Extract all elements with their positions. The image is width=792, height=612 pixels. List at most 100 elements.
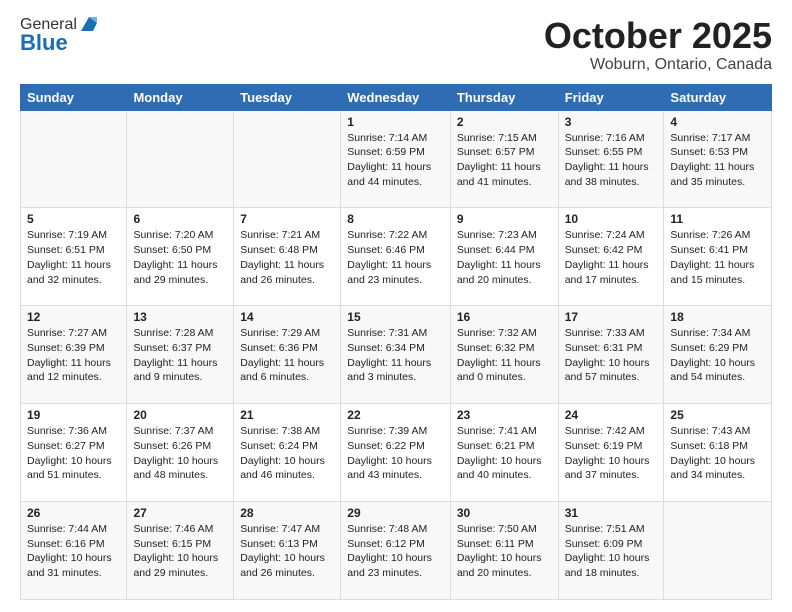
table-row: 3 Sunrise: 7:16 AMSunset: 6:55 PMDaylight… xyxy=(558,110,664,208)
day-number: 1 xyxy=(347,115,444,129)
day-number: 9 xyxy=(457,212,552,226)
day-number: 21 xyxy=(240,408,334,422)
col-tuesday: Tuesday xyxy=(234,84,341,110)
day-info: Sunrise: 7:14 AMSunset: 6:59 PMDaylight:… xyxy=(347,131,444,190)
day-number: 10 xyxy=(565,212,658,226)
day-info: Sunrise: 7:37 AMSunset: 6:26 PMDaylight:… xyxy=(133,424,227,483)
col-saturday: Saturday xyxy=(664,84,772,110)
day-number: 16 xyxy=(457,310,552,324)
day-info: Sunrise: 7:33 AMSunset: 6:31 PMDaylight:… xyxy=(565,326,658,385)
table-row: 29Sunrise: 7:48 AMSunset: 6:12 PMDayligh… xyxy=(341,502,451,600)
day-number: 27 xyxy=(133,506,227,520)
table-row: 5Sunrise: 7:19 AMSunset: 6:51 PMDaylight… xyxy=(21,208,127,306)
table-row: 19 Sunrise: 7:36 AMSunset: 6:27 PMDayligh… xyxy=(21,404,127,502)
table-row: 7 Sunrise: 7:21 AMSunset: 6:48 PMDaylight… xyxy=(234,208,341,306)
table-row: 28 Sunrise: 7:47 AMSunset: 6:13 PMDayligh… xyxy=(234,502,341,600)
day-number: 24 xyxy=(565,408,658,422)
table-row xyxy=(127,110,234,208)
table-row: 13 Sunrise: 7:28 AMSunset: 6:37 PMDayligh… xyxy=(127,306,234,404)
day-info: Sunrise: 7:22 AMSunset: 6:46 PMDaylight:… xyxy=(347,228,444,287)
calendar-title: October 2025 xyxy=(544,16,772,56)
day-info: Sunrise: 7:43 AMSunset: 6:18 PMDaylight:… xyxy=(670,424,765,483)
day-info: Sunrise: 7:46 AMSunset: 6:15 PMDaylight:… xyxy=(133,522,227,581)
day-info: Sunrise: 7:16 AMSunset: 6:55 PMDaylight:… xyxy=(565,131,658,190)
day-number: 20 xyxy=(133,408,227,422)
header: General Blue October 2025 Woburn, Ontari… xyxy=(20,16,772,74)
day-number: 11 xyxy=(670,212,765,226)
logo: General Blue xyxy=(20,16,99,56)
day-number: 4 xyxy=(670,115,765,129)
table-row: 21 Sunrise: 7:38 AMSunset: 6:24 PMDayligh… xyxy=(234,404,341,502)
calendar-week-row: 12 Sunrise: 7:27 AMSunset: 6:39 PMDayligh… xyxy=(21,306,772,404)
col-thursday: Thursday xyxy=(450,84,558,110)
day-info: Sunrise: 7:50 AMSunset: 6:11 PMDaylight:… xyxy=(457,522,552,581)
day-info: Sunrise: 7:27 AMSunset: 6:39 PMDaylight:… xyxy=(27,326,120,385)
day-info: Sunrise: 7:38 AMSunset: 6:24 PMDaylight:… xyxy=(240,424,334,483)
day-number: 28 xyxy=(240,506,334,520)
day-info: Sunrise: 7:19 AMSunset: 6:51 PMDaylight:… xyxy=(27,228,120,287)
day-info: Sunrise: 7:17 AMSunset: 6:53 PMDaylight:… xyxy=(670,131,765,190)
day-info: Sunrise: 7:24 AMSunset: 6:42 PMDaylight:… xyxy=(565,228,658,287)
title-block: October 2025 Woburn, Ontario, Canada xyxy=(544,16,772,74)
day-info: Sunrise: 7:20 AMSunset: 6:50 PMDaylight:… xyxy=(133,228,227,287)
table-row: 16 Sunrise: 7:32 AMSunset: 6:32 PMDayligh… xyxy=(450,306,558,404)
day-number: 30 xyxy=(457,506,552,520)
table-row xyxy=(21,110,127,208)
day-number: 23 xyxy=(457,408,552,422)
day-number: 13 xyxy=(133,310,227,324)
day-number: 12 xyxy=(27,310,120,324)
day-info: Sunrise: 7:34 AMSunset: 6:29 PMDaylight:… xyxy=(670,326,765,385)
calendar-week-row: 26 Sunrise: 7:44 AMSunset: 6:16 PMDayligh… xyxy=(21,502,772,600)
day-number: 15 xyxy=(347,310,444,324)
day-info: Sunrise: 7:44 AMSunset: 6:16 PMDaylight:… xyxy=(27,522,120,581)
day-info: Sunrise: 7:42 AMSunset: 6:19 PMDaylight:… xyxy=(565,424,658,483)
table-row xyxy=(664,502,772,600)
table-row: 23 Sunrise: 7:41 AMSunset: 6:21 PMDayligh… xyxy=(450,404,558,502)
day-info: Sunrise: 7:31 AMSunset: 6:34 PMDaylight:… xyxy=(347,326,444,385)
table-row: 31Sunrise: 7:51 AMSunset: 6:09 PMDayligh… xyxy=(558,502,664,600)
day-info: Sunrise: 7:29 AMSunset: 6:36 PMDaylight:… xyxy=(240,326,334,385)
logo-icon xyxy=(79,13,99,33)
calendar-week-row: 1 Sunrise: 7:14 AMSunset: 6:59 PMDaylight… xyxy=(21,110,772,208)
day-info: Sunrise: 7:41 AMSunset: 6:21 PMDaylight:… xyxy=(457,424,552,483)
table-row: 10 Sunrise: 7:24 AMSunset: 6:42 PMDayligh… xyxy=(558,208,664,306)
col-wednesday: Wednesday xyxy=(341,84,451,110)
calendar-header-row: Sunday Monday Tuesday Wednesday Thursday… xyxy=(21,84,772,110)
table-row: 24 Sunrise: 7:42 AMSunset: 6:19 PMDayligh… xyxy=(558,404,664,502)
day-info: Sunrise: 7:39 AMSunset: 6:22 PMDaylight:… xyxy=(347,424,444,483)
table-row: 8Sunrise: 7:22 AMSunset: 6:46 PMDaylight… xyxy=(341,208,451,306)
day-number: 7 xyxy=(240,212,334,226)
day-number: 3 xyxy=(565,115,658,129)
day-number: 14 xyxy=(240,310,334,324)
day-info: Sunrise: 7:47 AMSunset: 6:13 PMDaylight:… xyxy=(240,522,334,581)
page: General Blue October 2025 Woburn, Ontari… xyxy=(0,0,792,612)
table-row: 30 Sunrise: 7:50 AMSunset: 6:11 PMDayligh… xyxy=(450,502,558,600)
day-number: 17 xyxy=(565,310,658,324)
day-number: 31 xyxy=(565,506,658,520)
day-number: 19 xyxy=(27,408,120,422)
day-info: Sunrise: 7:26 AMSunset: 6:41 PMDaylight:… xyxy=(670,228,765,287)
calendar-subtitle: Woburn, Ontario, Canada xyxy=(544,56,772,74)
table-row: 26 Sunrise: 7:44 AMSunset: 6:16 PMDayligh… xyxy=(21,502,127,600)
table-row: 14 Sunrise: 7:29 AMSunset: 6:36 PMDayligh… xyxy=(234,306,341,404)
table-row: 4 Sunrise: 7:17 AMSunset: 6:53 PMDaylight… xyxy=(664,110,772,208)
table-row: 25Sunrise: 7:43 AMSunset: 6:18 PMDayligh… xyxy=(664,404,772,502)
col-monday: Monday xyxy=(127,84,234,110)
day-number: 6 xyxy=(133,212,227,226)
logo-blue-text: Blue xyxy=(20,30,68,56)
calendar-week-row: 19 Sunrise: 7:36 AMSunset: 6:27 PMDayligh… xyxy=(21,404,772,502)
table-row: 27 Sunrise: 7:46 AMSunset: 6:15 PMDayligh… xyxy=(127,502,234,600)
day-info: Sunrise: 7:15 AMSunset: 6:57 PMDaylight:… xyxy=(457,131,552,190)
day-number: 22 xyxy=(347,408,444,422)
table-row: 12 Sunrise: 7:27 AMSunset: 6:39 PMDayligh… xyxy=(21,306,127,404)
table-row: 15 Sunrise: 7:31 AMSunset: 6:34 PMDayligh… xyxy=(341,306,451,404)
calendar-table: Sunday Monday Tuesday Wednesday Thursday… xyxy=(20,84,772,600)
day-info: Sunrise: 7:32 AMSunset: 6:32 PMDaylight:… xyxy=(457,326,552,385)
table-row: 17 Sunrise: 7:33 AMSunset: 6:31 PMDayligh… xyxy=(558,306,664,404)
day-number: 26 xyxy=(27,506,120,520)
day-info: Sunrise: 7:36 AMSunset: 6:27 PMDaylight:… xyxy=(27,424,120,483)
day-number: 18 xyxy=(670,310,765,324)
day-info: Sunrise: 7:28 AMSunset: 6:37 PMDaylight:… xyxy=(133,326,227,385)
table-row: 6 Sunrise: 7:20 AMSunset: 6:50 PMDaylight… xyxy=(127,208,234,306)
day-info: Sunrise: 7:21 AMSunset: 6:48 PMDaylight:… xyxy=(240,228,334,287)
